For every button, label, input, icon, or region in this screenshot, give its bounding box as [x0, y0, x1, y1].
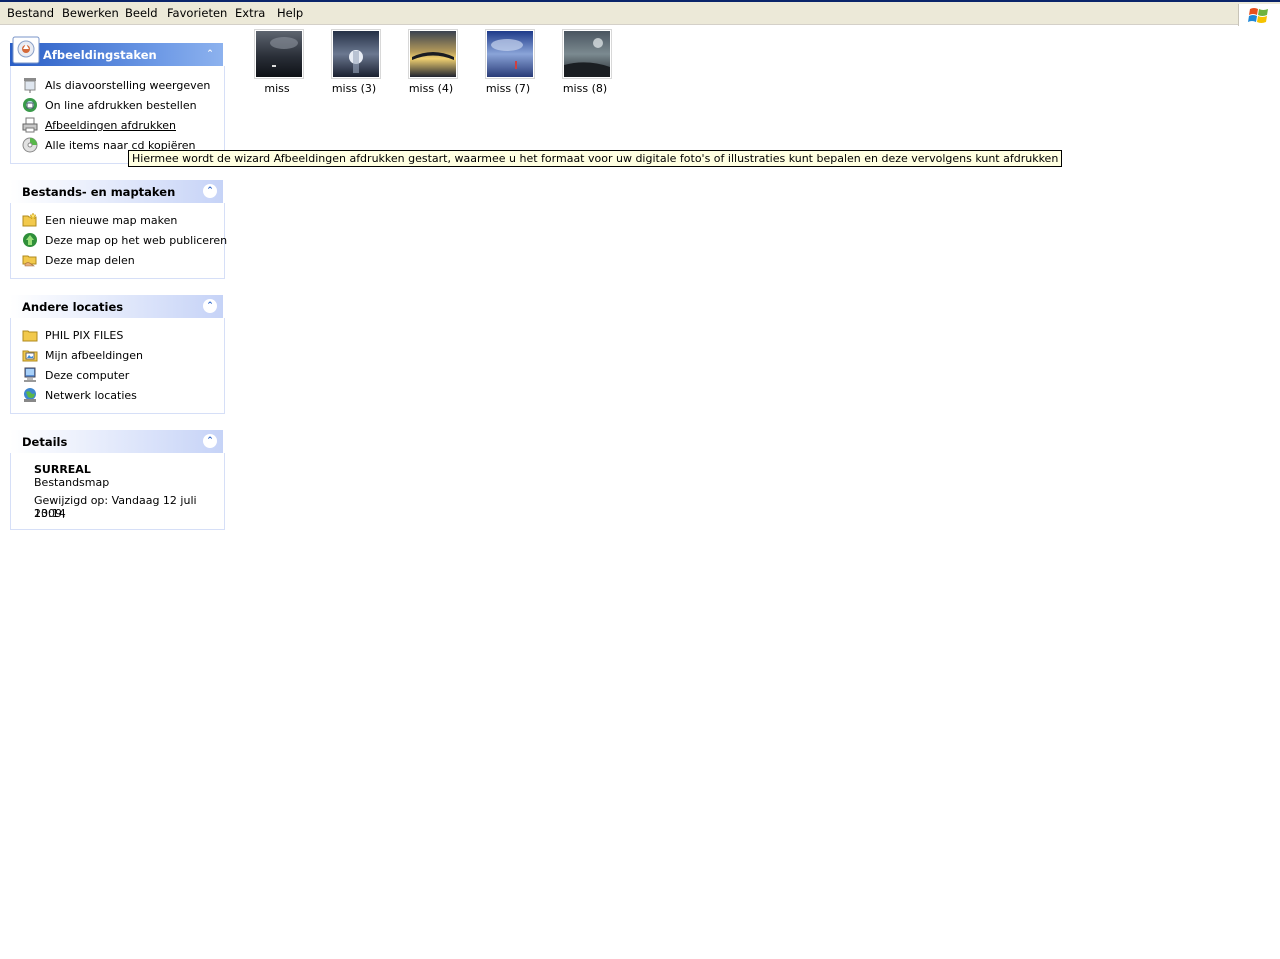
details-panel: SURREAL Bestandsmap Gewijzigd op: Vandaa…	[10, 453, 225, 530]
menu-bestand[interactable]: Bestand	[7, 6, 54, 20]
file-label-miss-4[interactable]: miss (4)	[396, 82, 466, 95]
picture-tasks-icon	[11, 35, 41, 65]
task-new-folder-label: Een nieuwe map maken	[45, 214, 178, 227]
task-share-folder-label: Deze map delen	[45, 254, 135, 267]
task-publish-web-label: Deze map op het web publiceren	[45, 234, 228, 247]
image-tasks-header[interactable]: Afbeeldingstaken ⌃	[10, 36, 223, 66]
collapse-chevron-icon[interactable]: ⌃	[203, 47, 217, 61]
menu-bewerken[interactable]: Bewerken	[62, 6, 119, 20]
other-places-title: Andere locaties	[22, 300, 124, 314]
place-network-label: Netwerk locaties	[45, 389, 137, 402]
menu-help[interactable]: Help	[277, 6, 303, 20]
slideshow-icon	[24, 78, 36, 93]
file-label-miss-3[interactable]: miss (3)	[319, 82, 389, 95]
thumbnail-miss-3[interactable]	[331, 29, 381, 79]
menu-favorieten[interactable]: Favorieten	[167, 6, 227, 20]
thumbnail-miss-8[interactable]	[562, 29, 612, 79]
details-item-name: SURREAL	[34, 463, 91, 476]
place-my-pictures-label: Mijn afbeeldingen	[45, 349, 143, 362]
task-print-images-label: Afbeeldingen afdrukken	[45, 119, 176, 132]
details-header[interactable]: Details ⌃	[10, 430, 223, 453]
thumbnail-miss[interactable]	[254, 29, 304, 79]
file-label-miss-7[interactable]: miss (7)	[473, 82, 543, 95]
new-folder-icon	[22, 212, 37, 227]
menu-bar: Bestand Bewerken Beeld Favorieten Extra …	[0, 2, 1280, 26]
thumbnail-miss-7[interactable]	[485, 29, 535, 79]
menu-extra[interactable]: Extra	[235, 6, 265, 20]
file-tasks-header[interactable]: Bestands- en maptaken ⌃	[10, 180, 223, 203]
image-tasks-title: Afbeeldingstaken	[43, 48, 157, 62]
place-this-computer-label: Deze computer	[45, 369, 130, 382]
file-label-miss-8[interactable]: miss (8)	[550, 82, 620, 95]
menu-beeld[interactable]: Beeld	[125, 6, 158, 20]
cd-copy-icon	[22, 137, 38, 153]
details-item-type: Bestandsmap	[34, 476, 110, 489]
other-places-header[interactable]: Andere locaties ⌃	[10, 295, 223, 318]
windows-flag-icon	[1238, 4, 1280, 26]
file-tasks-title: Bestands- en maptaken	[22, 185, 176, 199]
file-label-miss[interactable]: miss	[242, 82, 312, 95]
details-modified-line2: 13:14	[34, 507, 66, 520]
task-online-print-label: On line afdrukken bestellen	[45, 99, 197, 112]
place-phil-pix-files-label: PHIL PIX FILES	[45, 329, 124, 342]
folder-icon	[22, 330, 38, 342]
online-print-icon	[23, 98, 37, 112]
collapse-chevron-icon[interactable]: ⌃	[203, 434, 217, 448]
share-folder-icon	[22, 255, 37, 267]
details-title: Details	[22, 435, 68, 449]
network-icon	[24, 388, 36, 402]
publish-web-icon	[23, 233, 37, 247]
printer-icon	[22, 117, 38, 133]
task-slideshow-label: Als diavoorstelling weergeven	[45, 79, 211, 92]
collapse-chevron-icon[interactable]: ⌃	[203, 184, 217, 198]
tooltip: Hiermee wordt de wizard Afbeeldingen afd…	[128, 150, 1063, 167]
computer-icon	[24, 367, 36, 382]
my-pictures-icon	[22, 350, 38, 362]
collapse-chevron-icon[interactable]: ⌃	[203, 299, 217, 313]
thumbnail-miss-4[interactable]	[408, 29, 458, 79]
